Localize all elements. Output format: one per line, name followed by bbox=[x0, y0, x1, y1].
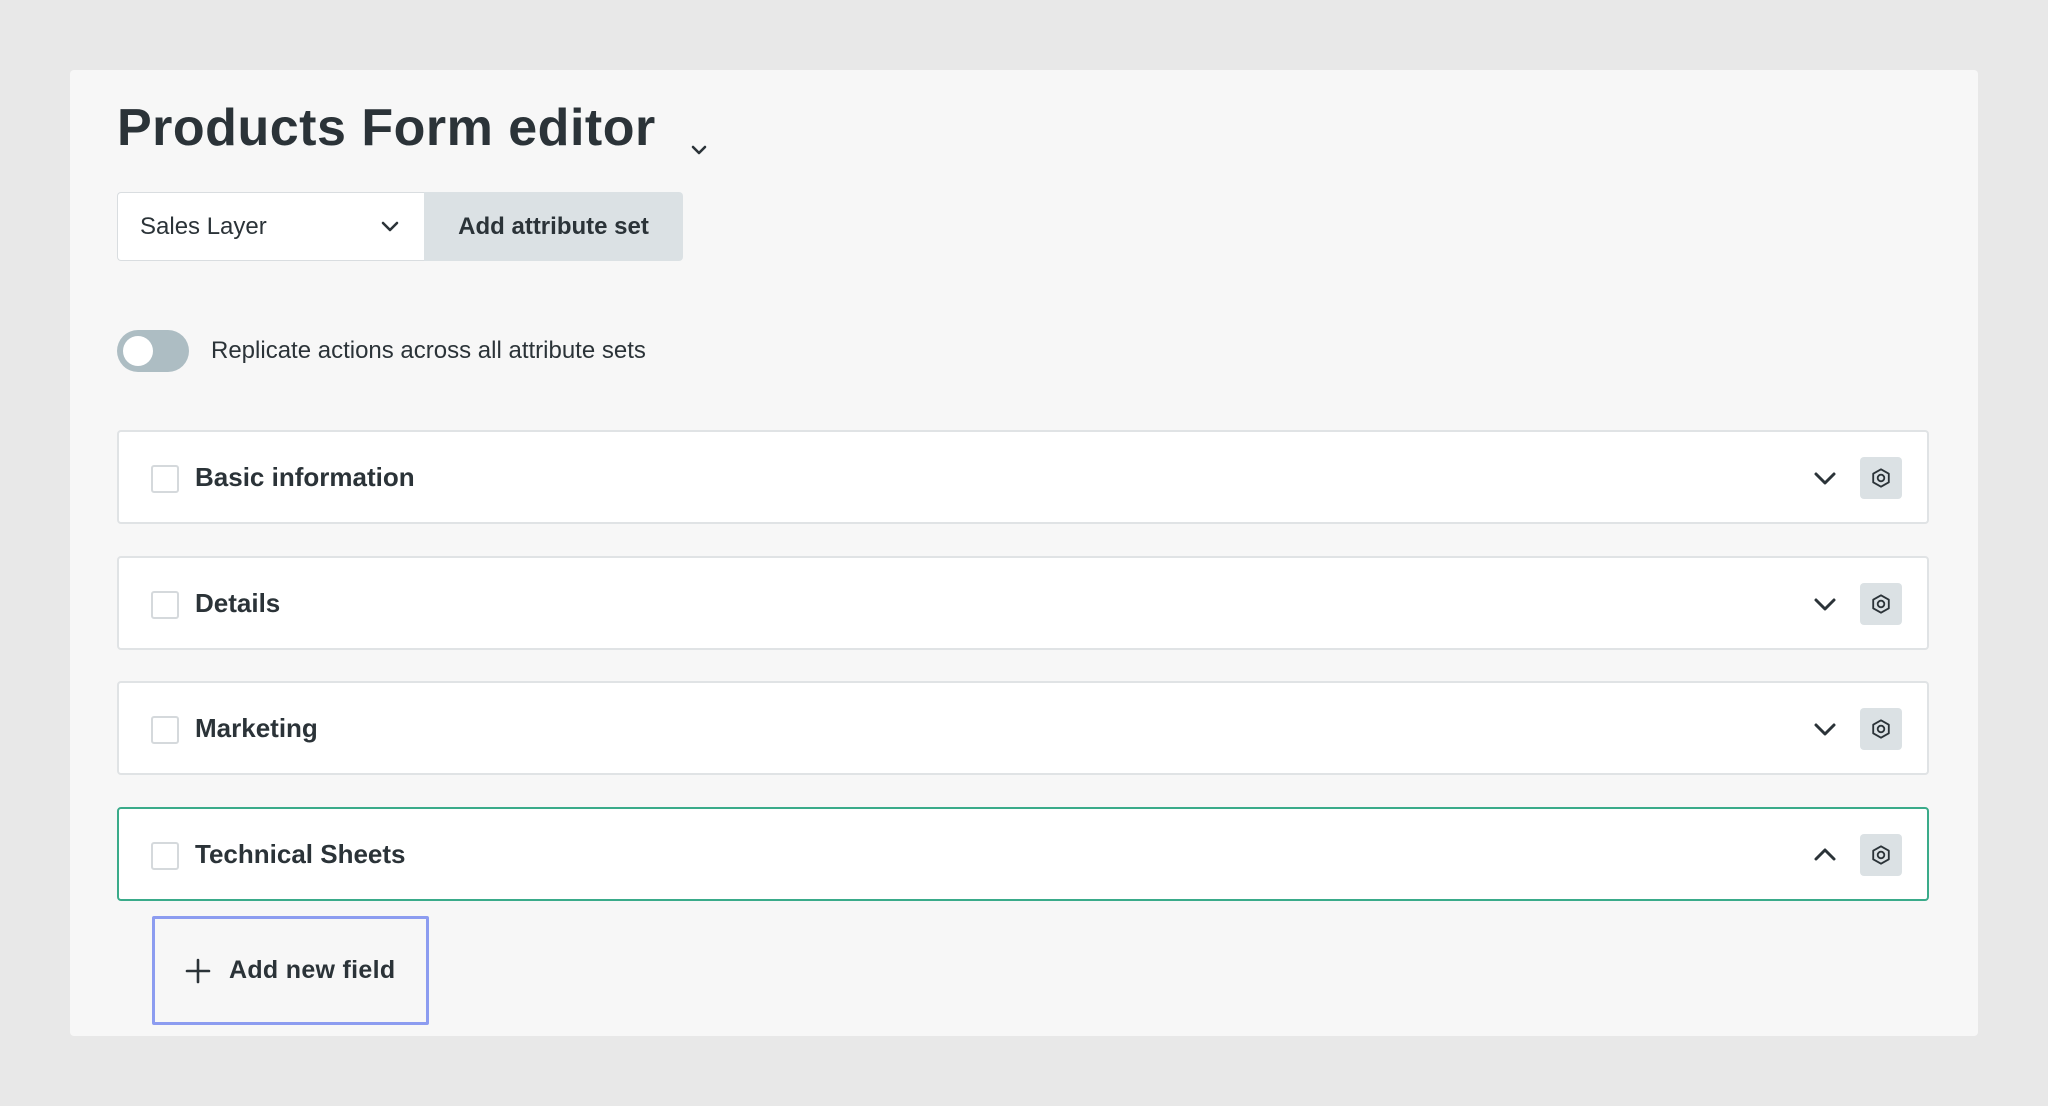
section-technical-sheets[interactable]: Technical Sheets bbox=[117, 807, 1929, 901]
section-marketing[interactable]: Marketing bbox=[117, 681, 1929, 775]
attribute-set-controls: Sales Layer Add attribute set bbox=[117, 192, 683, 261]
gear-icon bbox=[1872, 468, 1890, 488]
add-new-field-label: Add new field bbox=[229, 956, 396, 984]
section-details[interactable]: Details bbox=[117, 556, 1929, 650]
chevron-down-icon[interactable] bbox=[687, 138, 711, 162]
plus-icon bbox=[185, 958, 211, 983]
page-title: Products Form editor bbox=[117, 99, 656, 157]
replicate-actions-label: Replicate actions across all attribute s… bbox=[211, 337, 646, 364]
section-title: Marketing bbox=[195, 713, 318, 743]
section-checkbox[interactable] bbox=[151, 465, 179, 493]
section-checkbox[interactable] bbox=[151, 591, 179, 619]
section-checkbox[interactable] bbox=[151, 842, 179, 870]
add-new-field-button[interactable]: Add new field bbox=[152, 916, 429, 1025]
gear-icon bbox=[1872, 845, 1890, 865]
section-checkbox[interactable] bbox=[151, 716, 179, 744]
section-title: Basic information bbox=[195, 462, 415, 492]
attribute-set-select-value: Sales Layer bbox=[140, 212, 267, 240]
section-basic-information[interactable]: Basic information bbox=[117, 430, 1929, 524]
page-header: Products Form editor bbox=[117, 96, 656, 156]
toggle-knob bbox=[123, 336, 153, 366]
chevron-down-icon[interactable] bbox=[1812, 465, 1838, 491]
section-title: Details bbox=[195, 588, 281, 618]
attribute-set-select[interactable]: Sales Layer bbox=[117, 192, 424, 261]
replicate-actions-row: Replicate actions across all attribute s… bbox=[117, 330, 646, 372]
replicate-actions-toggle[interactable] bbox=[117, 330, 189, 372]
section-settings-button[interactable] bbox=[1860, 457, 1902, 499]
section-title: Technical Sheets bbox=[195, 839, 406, 869]
section-settings-button[interactable] bbox=[1860, 708, 1902, 750]
add-attribute-set-button[interactable]: Add attribute set bbox=[424, 192, 683, 261]
section-settings-button[interactable] bbox=[1860, 834, 1902, 876]
section-settings-button[interactable] bbox=[1860, 583, 1902, 625]
gear-icon bbox=[1872, 594, 1890, 614]
form-editor-panel: Products Form editor Sales Layer Add att… bbox=[70, 70, 1978, 1036]
chevron-down-icon bbox=[381, 221, 399, 231]
chevron-up-icon[interactable] bbox=[1812, 842, 1838, 868]
chevron-down-icon[interactable] bbox=[1812, 716, 1838, 742]
chevron-down-icon[interactable] bbox=[1812, 591, 1838, 617]
gear-icon bbox=[1872, 719, 1890, 739]
